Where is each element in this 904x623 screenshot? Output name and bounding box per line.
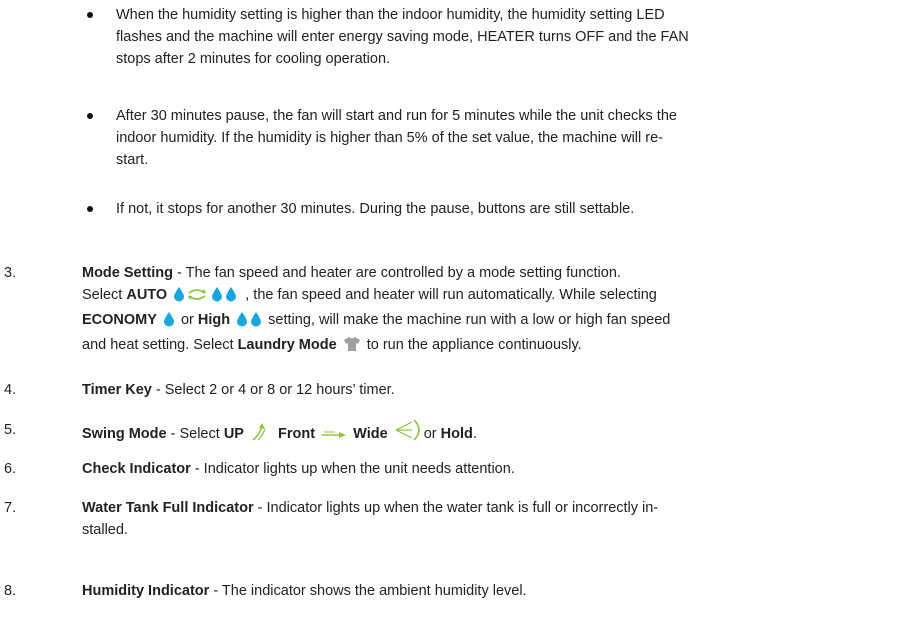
item-line: Select AUTO , the fan speed and heater w…	[82, 284, 894, 309]
item-line: stalled.	[82, 522, 128, 538]
shirt-icon	[343, 336, 361, 359]
item-number: 7.	[4, 500, 17, 516]
item-number: 3.	[4, 265, 17, 281]
item-text: to run the appliance continuously.	[362, 337, 582, 353]
item-text: .	[472, 426, 477, 442]
item-body: Mode Setting - The fan speed and heater …	[82, 262, 894, 359]
bullet-line: start.	[116, 152, 149, 168]
bullet-line: When the humidity setting is higher than…	[116, 7, 665, 23]
item-text: Select	[82, 287, 127, 303]
item-text: - Indicator lights up when the unit need…	[190, 461, 515, 477]
item-text: - Select	[166, 426, 224, 442]
swing-wide-icon	[394, 419, 422, 448]
swing-up-icon	[250, 423, 272, 448]
item-line: and heat setting. Select Laundry Mode to…	[82, 334, 894, 359]
bullet-line: After 30 minutes pause, the fan will sta…	[116, 108, 677, 124]
bullet-item: When the humidity setting is higher than…	[87, 4, 836, 70]
water-drop-icon	[226, 287, 237, 302]
item-text: setting, will make the machine run with …	[264, 312, 671, 328]
water-drop-icon	[163, 311, 175, 334]
item-title: Check Indicator	[82, 461, 191, 477]
item-text: - The fan speed and heater are controlle…	[173, 265, 621, 281]
item-title: Mode Setting	[82, 265, 174, 281]
item-text: or	[176, 312, 198, 328]
bullet-line: indoor humidity. If the humidity is high…	[116, 130, 663, 146]
swing-hold-label: Hold	[440, 426, 473, 442]
auto-label: AUTO	[126, 287, 168, 303]
water-drop-icon	[212, 287, 223, 302]
auto-mode-icon	[173, 286, 239, 309]
item-number: 8.	[4, 583, 17, 599]
item-number: 4.	[4, 382, 17, 398]
item-number: 5.	[4, 422, 17, 438]
swing-front-icon	[321, 426, 347, 448]
item-text: or	[423, 426, 441, 442]
bullet-line: stops after 2 minutes for cooling operat…	[116, 51, 391, 67]
item-text: , the fan speed and heater will run auto…	[241, 287, 657, 303]
bullet-line: flashes and the machine will enter energ…	[116, 29, 689, 45]
bullet-dot	[87, 206, 93, 212]
item-title: Water Tank Full Indicator	[82, 500, 254, 516]
item-line: Mode Setting - The fan speed and heater …	[82, 262, 894, 284]
high-label: High	[197, 312, 231, 328]
cycle-arrows-icon	[188, 289, 206, 300]
item-text: - Indicator lights up when the water tan…	[253, 500, 659, 516]
item-title: Timer Key	[82, 382, 152, 398]
item-number: 6.	[4, 461, 17, 477]
item-line: ECONOMY or High setting, will make the m…	[82, 309, 894, 334]
swing-wide-label: Wide	[353, 426, 388, 442]
swing-front-label: Front	[278, 426, 316, 442]
item-body: Swing Mode - Select UP Front Wide or Hol…	[82, 419, 894, 448]
item-title: Swing Mode	[82, 426, 167, 442]
item-text: - Select 2 or 4 or 8 or 12 hours’ timer.	[151, 382, 395, 398]
item-text: and heat setting. Select	[82, 337, 238, 353]
item-body: Humidity Indicator - The indicator shows…	[82, 580, 894, 602]
water-drop-icon	[174, 287, 185, 302]
economy-label: ECONOMY	[82, 312, 157, 328]
bullet-item: If not, it stops for another 30 minutes.…	[87, 198, 836, 220]
item-title: Humidity Indicator	[82, 583, 210, 599]
bullet-item: After 30 minutes pause, the fan will sta…	[87, 105, 836, 171]
item-line: Water Tank Full Indicator - Indicator li…	[82, 497, 894, 519]
bullet-line: If not, it stops for another 30 minutes.…	[116, 201, 635, 217]
laundry-label: Laundry Mode	[237, 337, 337, 353]
swing-up-label: UP	[223, 426, 244, 442]
bullet-dot	[87, 12, 93, 18]
item-body: Check Indicator - Indicator lights up wh…	[82, 458, 894, 480]
item-text: - The indicator shows the ambient humidi…	[209, 583, 527, 599]
bullet-dot	[87, 113, 93, 119]
double-drop-icon	[236, 311, 262, 334]
item-body: Timer Key - Select 2 or 4 or 8 or 12 hou…	[82, 379, 894, 401]
item-body: Water Tank Full Indicator - Indicator li…	[82, 497, 894, 541]
